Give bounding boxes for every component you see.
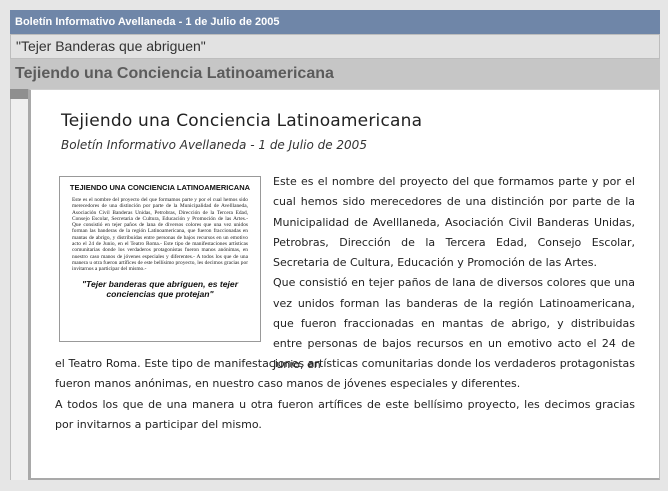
article-title: Tejiendo una Conciencia Latinoamericana [61,111,423,131]
left-gutter [10,89,28,480]
article-panel: Tejiendo una Conciencia Latinoamericana … [28,89,660,480]
bulletin-header-text: Boletín Informativo Avellaneda - 1 de Ju… [15,16,280,28]
article-paragraph-1: Este es el nombre del proyecto del que f… [273,175,635,270]
section-title-bar: Tejiendo una Conciencia Latinoamericana [10,59,660,89]
clipping-quote: "Tejer banderas que abriguen, es tejer c… [81,278,239,299]
clipping-title: TEJIENDO UNA CONCIENCIA LATINOAMERICANA [69,183,251,192]
clipping-body: Este es el nombre del proyecto del que f… [72,197,248,273]
article-text-column: Este es el nombre del proyecto del que f… [273,172,635,375]
article-paragraph-3: A todos los que de una manera u otra fue… [55,397,635,431]
gutter-cap [10,89,28,99]
subtitle-bar: "Tejer Banderas que abriguen" [10,34,660,59]
subtitle-text: "Tejer Banderas que abriguen" [16,38,206,54]
article-text-full-width: el Teatro Roma. Este tipo de manifestaci… [55,354,635,435]
newspaper-clipping-image: TEJIENDO UNA CONCIENCIA LATINOAMERICANA … [59,176,261,342]
bulletin-header-bar: Boletín Informativo Avellaneda - 1 de Ju… [10,10,660,34]
article-subtitle: Boletín Informativo Avellaneda - 1 de Ju… [61,138,367,152]
article-paragraph-2b: el Teatro Roma. Este tipo de manifestaci… [55,357,635,391]
section-title-text: Tejiendo una Conciencia Latinoamericana [15,65,334,82]
